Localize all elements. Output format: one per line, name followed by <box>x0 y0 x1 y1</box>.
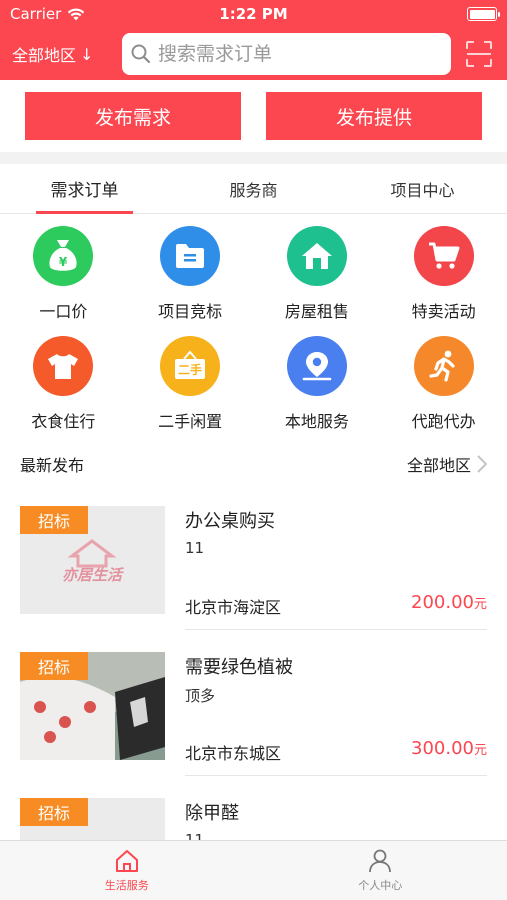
publish-offer-button[interactable]: 发布提供 <box>266 92 482 140</box>
listing-price: 300.00元 <box>411 738 487 759</box>
header: Carrier 1:22 PM 全部地区 ↓ <box>0 0 507 80</box>
carrier-label: Carrier <box>10 5 62 23</box>
latest-section-header: 最新发布 全部地区 <box>0 444 507 484</box>
listing-item[interactable]: 招标 亦居生活 办公桌购买 11 北京市海淀区 200.00元 <box>0 484 507 630</box>
category-special-sale[interactable]: 特卖活动 <box>380 226 507 336</box>
listing-tag: 招标 <box>20 506 89 534</box>
category-label: 代跑代办 <box>411 412 476 431</box>
category-project-bidding[interactable]: 项目竞标 <box>127 226 254 336</box>
tab-life-service[interactable]: 生活服务 <box>0 841 254 900</box>
listing-title: 办公桌购买 <box>185 511 275 532</box>
latest-title: 最新发布 <box>20 456 85 475</box>
category-house-rental[interactable]: 房屋租售 <box>254 226 381 336</box>
user-icon <box>369 849 392 872</box>
tab-label: 个人中心 <box>358 878 403 892</box>
tab-personal-center[interactable]: 个人中心 <box>254 841 507 900</box>
category-label: 一口价 <box>39 302 88 321</box>
search-input[interactable] <box>158 43 443 65</box>
runner-icon <box>413 336 474 396</box>
listing-price: 200.00元 <box>411 592 487 613</box>
section-gap <box>0 152 507 164</box>
region-selector[interactable]: 全部地区 ↓ <box>12 42 122 66</box>
category-fixed-price[interactable]: ¥ 一口价 <box>0 226 127 336</box>
listing-thumbnail: 招标 亦居生活 <box>20 506 165 614</box>
app-screen: Carrier 1:22 PM 全部地区 ↓ 搜索需求订单 发布需求 发布提供 … <box>0 0 507 900</box>
listing-subtitle: 顶多 <box>185 687 216 705</box>
location-pin-icon <box>286 336 347 396</box>
chevron-right-icon <box>477 455 487 473</box>
arrow-down-icon: ↓ <box>80 44 94 64</box>
listing-title: 需要绿色植被 <box>185 657 293 678</box>
sign-icon: 二手 <box>160 336 221 396</box>
search-box[interactable] <box>122 33 451 75</box>
svg-text:二手: 二手 <box>178 362 202 377</box>
category-label: 项目竞标 <box>158 302 223 321</box>
region-filter-link[interactable]: 全部地区 <box>407 452 487 476</box>
category-local-service[interactable]: 本地服务 <box>254 336 381 446</box>
listing-location: 北京市东城区 <box>185 744 282 763</box>
svg-text:¥: ¥ <box>59 255 68 269</box>
scan-icon[interactable] <box>465 40 493 68</box>
status-bar: Carrier 1:22 PM <box>0 0 507 28</box>
category-label: 本地服务 <box>284 412 349 431</box>
category-label: 二手闲置 <box>158 412 223 431</box>
home-icon <box>115 849 138 872</box>
listing-thumbnail: 招标 <box>20 652 165 760</box>
shirt-icon <box>33 336 94 396</box>
tab-bar: 需求订单 服务商 项目中心 <box>0 164 507 214</box>
category-label: 房屋租售 <box>284 302 349 321</box>
cart-icon <box>413 226 474 286</box>
listing-title: 除甲醛 <box>185 803 239 824</box>
wifi-icon <box>68 8 85 20</box>
bottom-tab-bar: 生活服务 个人中心 <box>0 840 507 900</box>
publish-actions: 发布需求 发布提供 <box>0 80 507 152</box>
house-icon <box>286 226 347 286</box>
category-label: 衣食住行 <box>31 412 96 431</box>
region-label: 全部地区 <box>12 46 77 65</box>
category-grid: ¥ 一口价 项目竞标 房屋租售 特卖活动 衣食住行 二手 二手闲置 本地服务 代… <box>0 214 507 446</box>
listing-item[interactable]: 招标 需要绿色植被 顶多 北京市东城区 300.00元 <box>0 630 507 776</box>
tab-service-providers[interactable]: 服务商 <box>169 164 338 213</box>
tab-project-center[interactable]: 项目中心 <box>338 164 507 213</box>
listing-subtitle: 11 <box>185 539 205 557</box>
category-second-hand[interactable]: 二手 二手闲置 <box>127 336 254 446</box>
region-filter-label: 全部地区 <box>406 456 471 475</box>
publish-demand-button[interactable]: 发布需求 <box>25 92 241 140</box>
search-icon <box>131 44 151 64</box>
listing-tag: 招标 <box>20 798 89 826</box>
category-errands[interactable]: 代跑代办 <box>380 336 507 446</box>
listing-tag: 招标 <box>20 652 89 680</box>
tab-label: 生活服务 <box>104 878 149 892</box>
money-bag-icon: ¥ <box>33 226 94 286</box>
folder-icon <box>160 226 221 286</box>
category-daily-living[interactable]: 衣食住行 <box>0 336 127 446</box>
category-label: 特卖活动 <box>411 302 476 321</box>
listing-location: 北京市海淀区 <box>185 598 282 617</box>
tab-demand-orders[interactable]: 需求订单 <box>0 164 169 214</box>
svg-text:亦居生活: 亦居生活 <box>62 566 125 584</box>
battery-icon <box>467 7 500 21</box>
